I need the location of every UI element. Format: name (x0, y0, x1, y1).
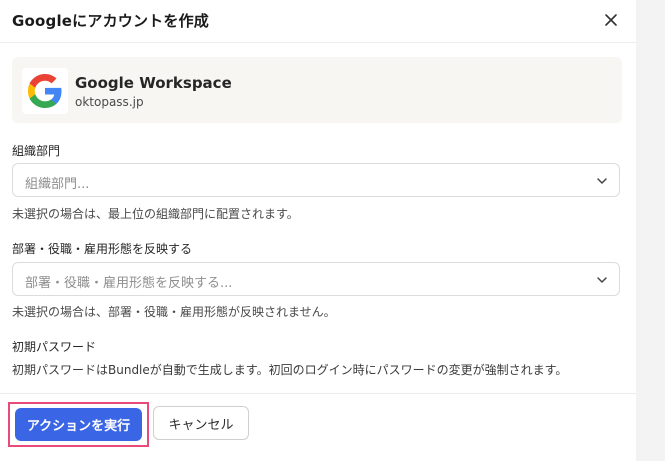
highlight-box: アクションを実行 (8, 402, 149, 447)
dept-label: 部署・役職・雇用形態を反映する (12, 242, 193, 256)
org-unit-placeholder: 組織部門... (25, 177, 90, 192)
execute-action-button[interactable]: アクションを実行 (15, 408, 142, 441)
cancel-button[interactable]: キャンセル (153, 406, 249, 440)
org-unit-label: 組織部門 (12, 144, 61, 158)
create-account-dialog: Googleにアカウントを作成 Google Workspace oktopas… (0, 0, 636, 461)
google-logo-icon (22, 68, 68, 114)
password-description: 初期パスワードはBundleが自動で生成します。初回のログイン時にパスワードの変… (12, 363, 568, 377)
org-unit-select[interactable]: 組織部門... (12, 163, 620, 197)
chevron-down-icon (597, 277, 607, 283)
org-unit-hint: 未選択の場合は、最上位の組織部門に配置されます。 (12, 207, 299, 221)
service-name: Google Workspace (75, 74, 232, 92)
dialog-header: Googleにアカウントを作成 (0, 0, 636, 43)
footer-divider (0, 393, 636, 394)
close-icon (605, 14, 617, 26)
service-card: Google Workspace oktopass.jp (12, 57, 622, 123)
background-edge (636, 0, 665, 461)
dialog-title: Googleにアカウントを作成 (12, 12, 209, 30)
chevron-down-icon (597, 178, 607, 184)
dept-hint: 未選択の場合は、部署・役職・雇用形態が反映されません。 (12, 305, 336, 319)
password-label: 初期パスワード (12, 340, 97, 354)
service-domain: oktopass.jp (75, 95, 144, 109)
dept-select[interactable]: 部署・役職・雇用形態を反映する... (12, 262, 620, 296)
dept-placeholder: 部署・役職・雇用形態を反映する... (25, 276, 233, 291)
close-button[interactable] (600, 9, 622, 31)
